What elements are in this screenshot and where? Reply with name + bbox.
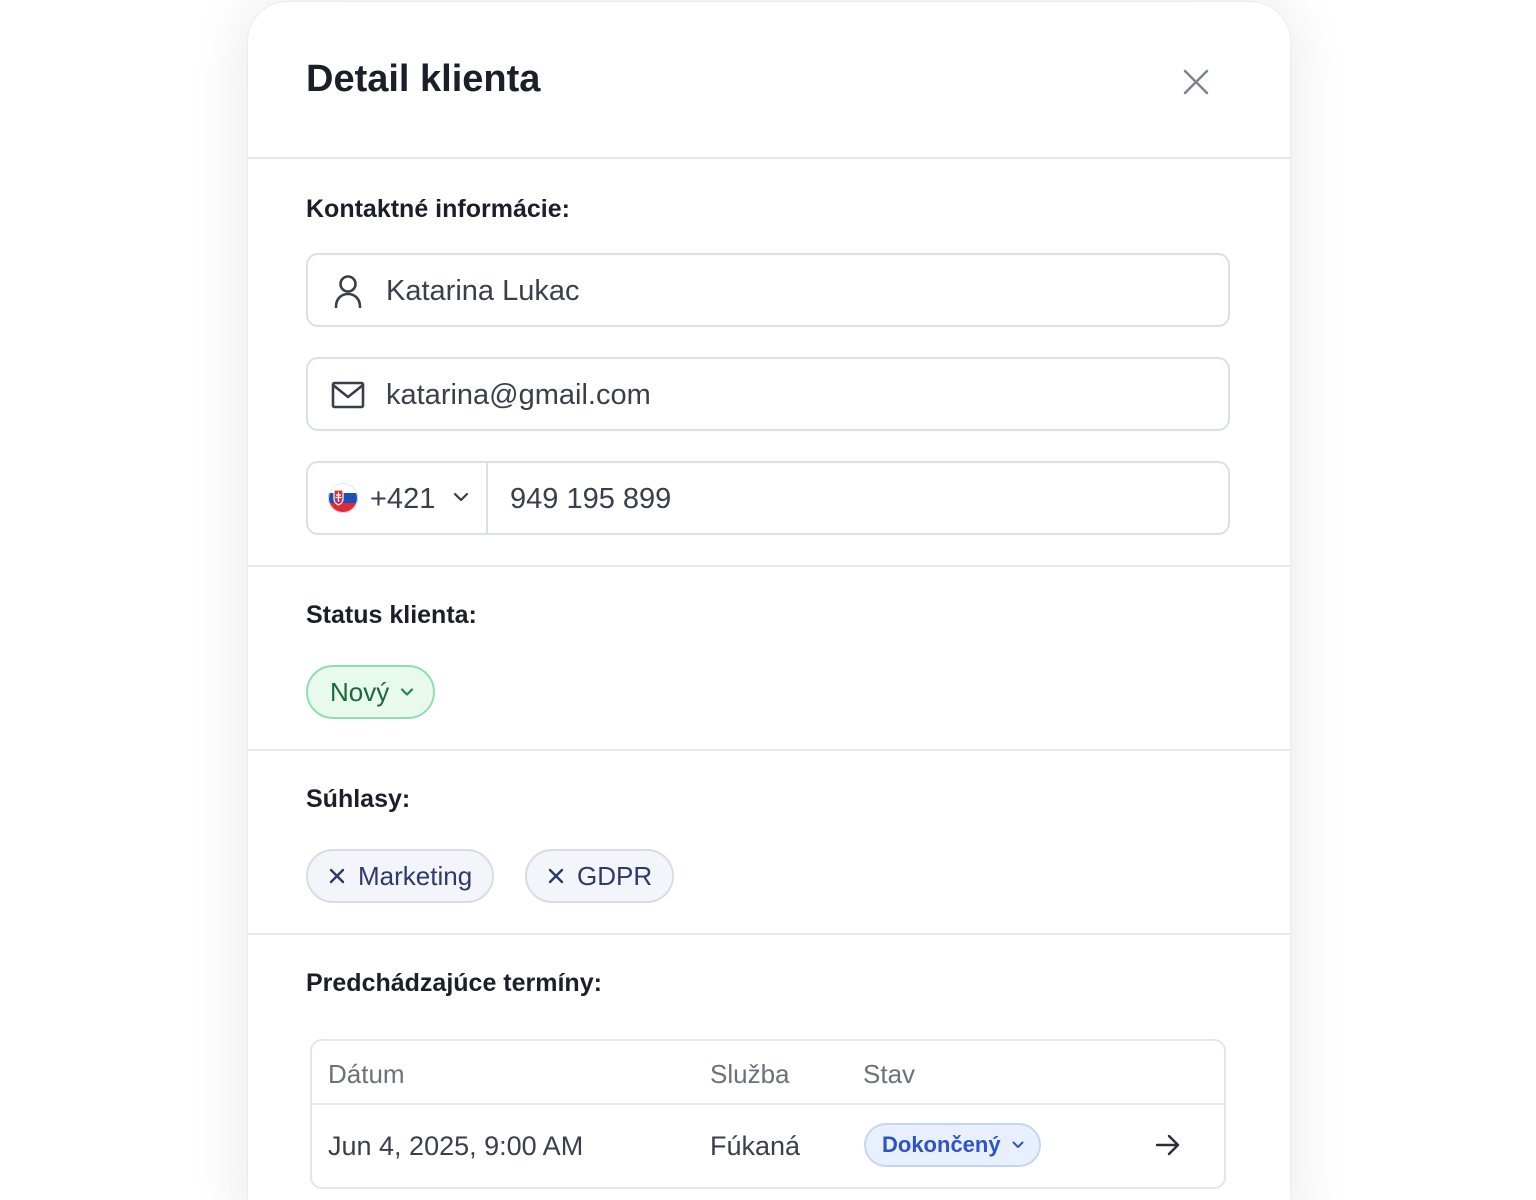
appointments-table: Dátum Služba Stav Jun 4, 2025, 9:00 AM F… <box>310 1039 1226 1189</box>
consent-chip-gdpr: GDPR <box>525 849 675 903</box>
contact-section: Kontaktné informácie: Katarina Lukac kat… <box>248 159 1290 567</box>
status-section-title: Status klienta: <box>306 601 477 629</box>
arrow-right-icon <box>1155 1134 1180 1156</box>
user-icon <box>330 273 366 309</box>
appointments-section-title: Predchádzajúce termíny: <box>306 969 602 997</box>
phone-field: +421 949 195 899 <box>306 461 1230 535</box>
chevron-down-icon <box>452 488 470 511</box>
client-status-dropdown[interactable]: Nový <box>306 665 436 719</box>
close-icon <box>548 868 564 884</box>
appointment-state-dropdown[interactable]: Dokončený <box>864 1123 1041 1167</box>
consent-label: GDPR <box>577 860 653 891</box>
remove-consent-button[interactable] <box>545 865 567 887</box>
client-detail-modal: Detail klienta Kontaktné informácie: Kat… <box>248 2 1290 1200</box>
status-section: Status klienta: Nový <box>248 567 1290 751</box>
open-appointment-button[interactable] <box>1154 1131 1182 1159</box>
close-icon <box>329 868 345 884</box>
name-value: Katarina Lukac <box>386 275 580 307</box>
column-header-service: Služba <box>710 1059 790 1089</box>
mail-icon <box>330 377 366 413</box>
consent-label: Marketing <box>358 860 473 891</box>
phone-number-input[interactable]: 949 195 899 <box>510 483 671 516</box>
consents-section: Súhlasy: Marketing GDPR <box>248 751 1290 935</box>
slovakia-flag-icon <box>328 483 358 513</box>
appointment-state-value: Dokončený <box>882 1132 1001 1157</box>
column-header-date: Dátum <box>328 1059 405 1089</box>
email-field[interactable]: katarina@gmail.com <box>306 357 1230 431</box>
close-icon <box>1183 69 1209 95</box>
row-service: Fúkaná <box>710 1131 801 1161</box>
row-date: Jun 4, 2025, 9:00 AM <box>328 1131 584 1161</box>
appointments-section: Predchádzajúce termíny: Dátum Služba Sta… <box>248 935 1290 1200</box>
remove-consent-button[interactable] <box>326 865 348 887</box>
chevron-down-icon <box>401 688 414 696</box>
phone-prefix-value: +421 <box>370 483 436 515</box>
phone-prefix-select[interactable]: +421 <box>308 463 488 533</box>
name-field[interactable]: Katarina Lukac <box>306 253 1230 327</box>
client-status-value: Nový <box>330 676 390 707</box>
close-button[interactable] <box>1174 60 1218 104</box>
column-header-state: Stav <box>863 1059 916 1089</box>
chevron-down-icon <box>1012 1141 1024 1148</box>
modal-header: Detail klienta <box>248 2 1290 159</box>
modal-title: Detail klienta <box>306 58 541 100</box>
contact-section-title: Kontaktné informácie: <box>306 195 570 223</box>
consent-chip-marketing: Marketing <box>306 849 495 903</box>
email-value: katarina@gmail.com <box>386 379 651 411</box>
consents-section-title: Súhlasy: <box>306 785 411 813</box>
table-header: Dátum Služba Stav <box>312 1041 1224 1105</box>
